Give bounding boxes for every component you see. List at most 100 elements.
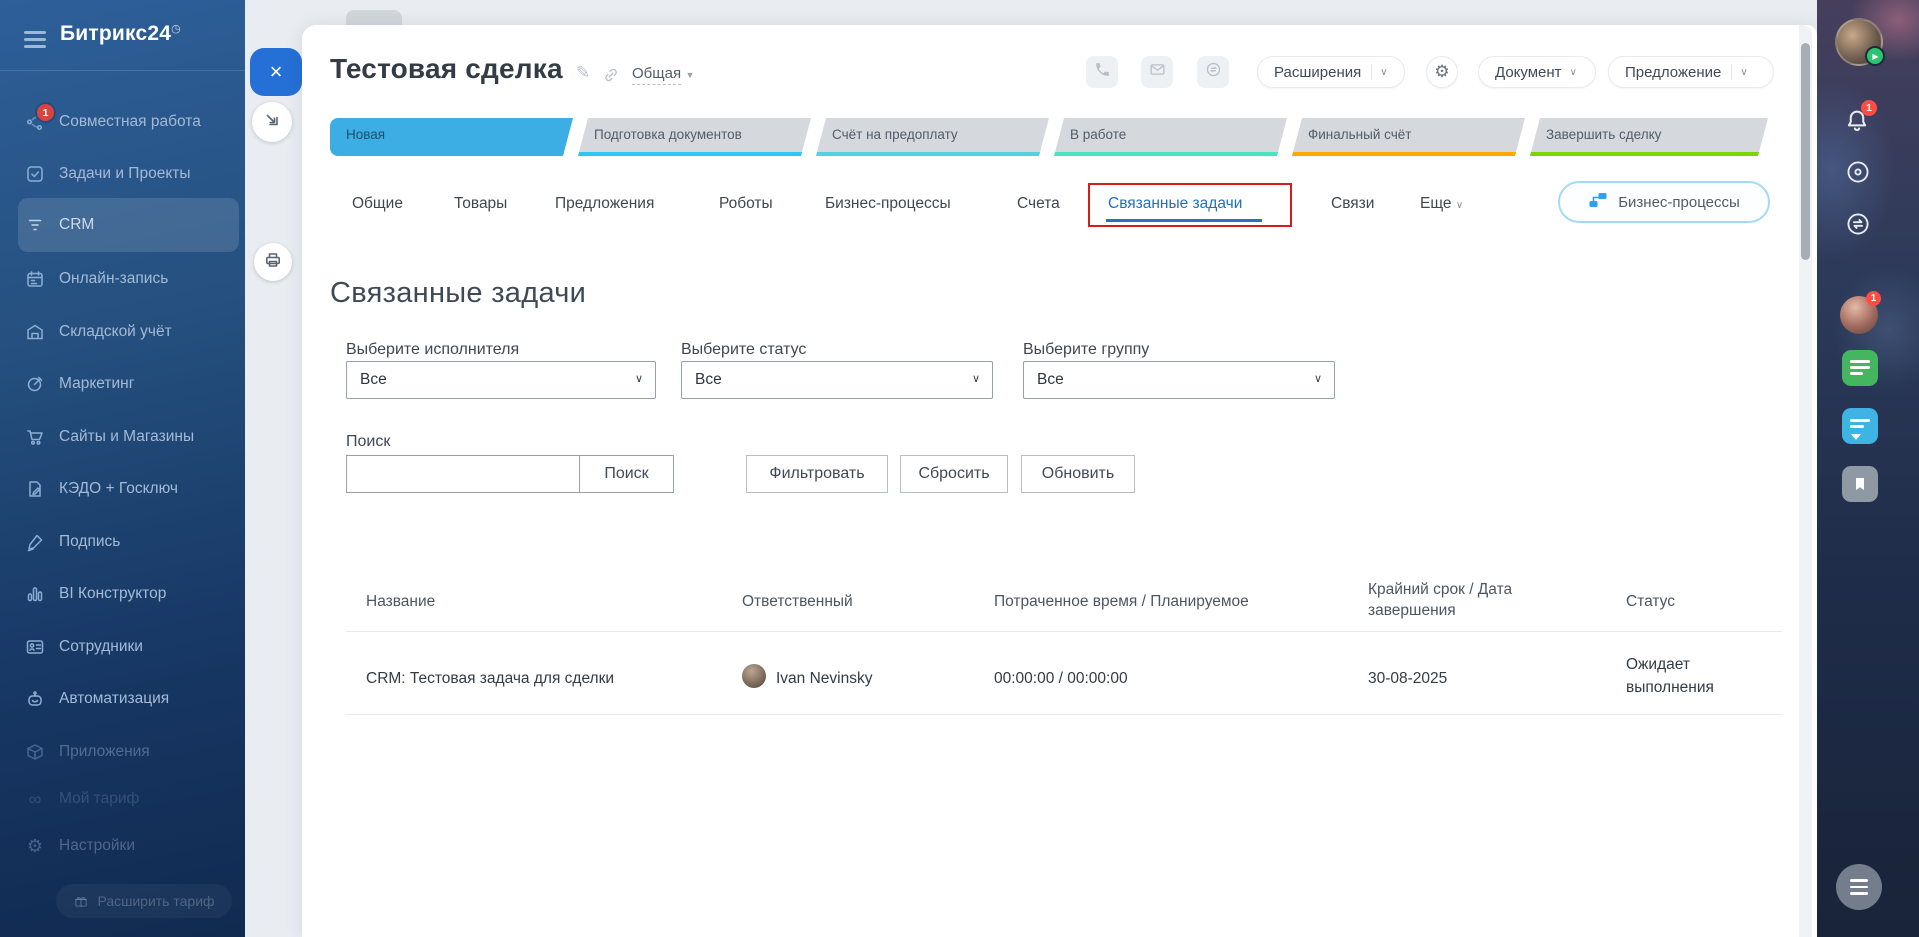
stage-color-strip [1530,152,1768,156]
business-processes-button[interactable]: Бизнес-процессы [1558,181,1770,223]
sidebar-item-collaboration[interactable]: Совместная работа 1 [0,96,245,148]
tab-robots[interactable]: Роботы [719,195,773,213]
id-card-icon [25,637,45,657]
minimize-slider-button[interactable] [252,102,292,142]
sidebar-item-marketing[interactable]: Маркетинг [0,358,245,410]
task-name-cell[interactable]: CRM: Тестовая задача для сделки [366,667,614,690]
chevron-down-icon: ∨ [1380,67,1387,78]
column-header-time: Потраченное время / Планируемое [994,591,1249,612]
pulse-button[interactable] [1844,158,1872,191]
slider-tab [346,10,402,26]
messenger-button[interactable] [1842,408,1878,444]
notifications-button[interactable]: 1 [1842,106,1872,141]
bp-diagram-icon [1588,190,1608,214]
app-logo[interactable]: Битрикс24◷ [60,22,181,46]
bookmark-button[interactable] [1842,466,1878,502]
column-header-name: Название [366,591,435,612]
gear-icon: ⚙ [1434,62,1449,82]
scrollbar-thumb[interactable] [1801,43,1810,260]
box-icon [25,742,45,762]
sidebar-item-settings[interactable]: ⚙ Настройки [0,820,245,872]
stage-in-progress[interactable]: В работе [1054,118,1287,156]
open-line-button[interactable] [1197,56,1229,88]
assignee-select[interactable]: Все∨ [346,361,656,399]
copy-link-icon[interactable] [602,66,620,89]
stage-final-invoice[interactable]: Финальный счёт [1292,118,1525,156]
robot-icon [25,689,45,709]
column-header-deadline: Крайний срок / Дата завершения [1368,579,1583,621]
chat-history-icon [1844,210,1872,238]
reset-button[interactable]: Сбросить [900,455,1008,493]
status-select[interactable]: Все∨ [681,361,993,399]
sidebar-item-plan[interactable]: ∞ Мой тариф [0,773,245,825]
notes-button[interactable] [1842,350,1878,386]
record-icon [1844,158,1872,186]
tab-quotes[interactable]: Предложения [555,195,654,213]
document-button[interactable]: Документ∨ [1478,56,1596,88]
sidebar-item-sign[interactable]: Подпись [0,516,245,568]
stage-preparation[interactable]: Подготовка документов [578,118,811,156]
chevron-down-icon: ∨ [1456,200,1463,211]
filter-button[interactable]: Фильтровать [746,455,888,493]
stage-close-deal[interactable]: Завершить сделку [1530,118,1768,156]
sidebar-item-apps[interactable]: Приложения [0,726,245,778]
gift-icon [73,893,89,909]
chat-history-button[interactable] [1844,210,1872,243]
search-input[interactable] [346,455,580,493]
sidebar-item-tasks[interactable]: Задачи и Проекты [0,148,245,200]
filter-label-group: Выберите группу [1023,341,1149,359]
tab-business-processes[interactable]: Бизнес-процессы [825,195,951,213]
chevron-down-icon: ∨ [972,362,980,397]
chevron-down-icon: ∨ [1740,67,1747,78]
sidebar-item-employees[interactable]: Сотрудники [0,621,245,673]
tab-products[interactable]: Товары [454,195,507,213]
sidebar-item-bi[interactable]: BI Конструктор [0,568,245,620]
notification-badge: 1 [35,102,56,123]
call-button[interactable] [1086,56,1118,88]
menu-icon [1850,875,1868,899]
sidebar-item-online-booking[interactable]: Онлайн-запись [0,253,245,305]
pipeline-selector[interactable]: Общая ▼ [632,65,694,83]
close-icon: × [270,59,283,85]
quick-menu-button[interactable] [1836,864,1882,910]
sidebar-item-crm[interactable]: CRM [18,198,239,252]
crm-funnel-icon [25,215,45,235]
play-status-icon[interactable]: ▶ [1865,46,1885,66]
search-button[interactable]: Поиск [579,455,674,493]
extensions-button[interactable]: Расширения ∨ [1257,56,1405,88]
stage-prepayment[interactable]: Счёт на предоплату [816,118,1049,156]
chevron-down-icon: ∨ [1570,67,1577,78]
stage-color-strip [816,152,1049,156]
time-cell: 00:00:00 / 00:00:00 [994,667,1128,690]
close-slider-button[interactable]: × [250,48,302,96]
status-cell: Ожидает выполнения [1626,653,1738,699]
user-avatar[interactable]: ▶ [1835,18,1883,66]
print-button[interactable] [254,243,292,281]
upgrade-plan-button[interactable]: Расширить тариф [56,884,232,918]
edit-title-icon[interactable]: ✎ [576,63,590,83]
group-select[interactable]: Все∨ [1023,361,1335,399]
settings-button[interactable]: ⚙ [1426,56,1458,88]
menu-toggle-icon[interactable] [24,31,46,52]
refresh-button[interactable]: Обновить [1021,455,1135,493]
tab-general[interactable]: Общие [352,195,403,213]
sidebar-item-automation[interactable]: Автоматизация [0,673,245,725]
offer-button[interactable]: Предложение ∨ [1608,56,1774,88]
sidebar-item-sites[interactable]: Сайты и Магазины [0,411,245,463]
stage-new[interactable]: Новая [330,118,573,156]
tab-invoices[interactable]: Счета [1017,195,1060,213]
sidebar-item-kedo[interactable]: КЭДО + Госключ [0,463,245,515]
bar-chart-icon [25,584,45,604]
signature-pen-icon [25,532,45,552]
bitrix24-deal-page: Битрикс24◷ Совместная работа 1 Задачи и … [0,0,1919,937]
responsible-cell[interactable]: Ivan Nevinsky [776,667,872,690]
user2-avatar[interactable]: 1 [1840,296,1878,334]
email-button[interactable] [1141,56,1173,88]
marketing-target-icon [25,374,45,394]
sidebar-item-inventory[interactable]: Складской учёт [0,306,245,358]
bookmark-icon [1852,476,1868,492]
clock-icon: ◷ [171,23,181,35]
tab-more[interactable]: Еще ∨ [1420,195,1463,213]
tab-links[interactable]: Связи [1331,195,1374,213]
filter-label-assignee: Выберите исполнителя [346,341,519,359]
